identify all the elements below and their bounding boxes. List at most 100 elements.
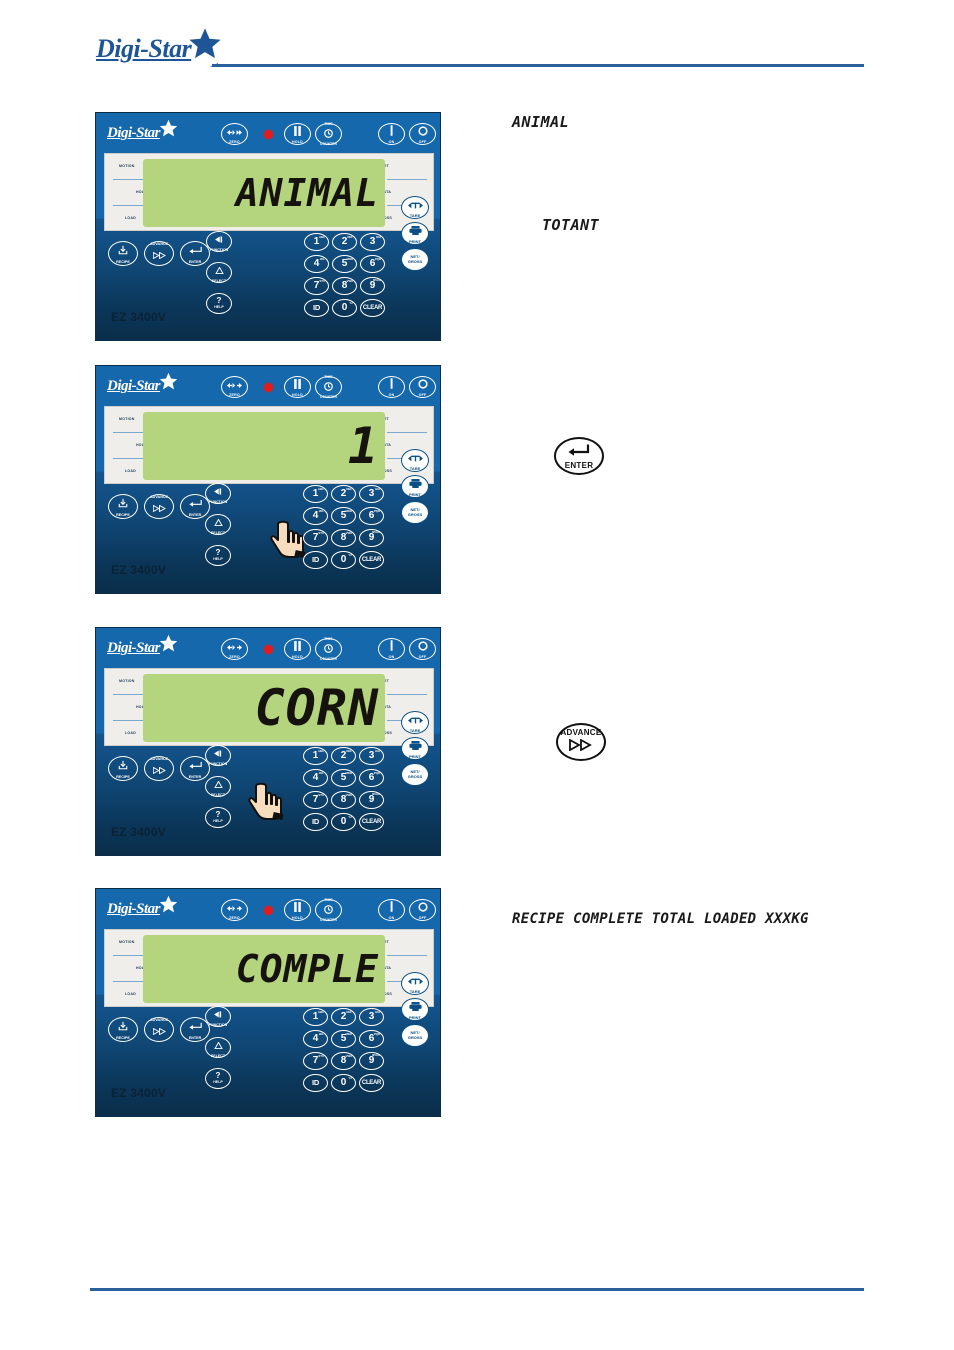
print-button[interactable]: PRINT bbox=[401, 998, 429, 1021]
panel-brand-logo: Digi-Star bbox=[107, 634, 178, 658]
tare-button-label: TARE bbox=[409, 989, 421, 995]
net-gross-button[interactable]: NET/ GROSS bbox=[401, 248, 429, 271]
right-button-column: FUNCTION SELECT ? HELP bbox=[206, 231, 238, 319]
print-button[interactable]: PRINT bbox=[401, 222, 429, 245]
key-8[interactable]: 8 VWX bbox=[332, 277, 357, 295]
advance-button[interactable]: ADVANCE bbox=[144, 1017, 174, 1042]
power-on-button[interactable]: ON bbox=[378, 376, 405, 398]
recipe-button[interactable]: RECIPE bbox=[108, 241, 138, 266]
power-on-button[interactable]: ON bbox=[378, 638, 405, 660]
hold-button[interactable]: HOLD bbox=[284, 123, 311, 145]
enter-button[interactable]: ENTER bbox=[180, 1017, 210, 1042]
power-on-button-label: ON bbox=[388, 654, 395, 659]
print-button-label: PRINT bbox=[409, 239, 421, 245]
key-7[interactable]: 7 STU bbox=[304, 277, 329, 295]
select-button[interactable]: SELECT bbox=[206, 262, 232, 283]
lcd-screen: COMPLE bbox=[143, 935, 385, 1003]
panel-brand-name: Digi-Star bbox=[107, 377, 161, 394]
star-icon bbox=[188, 27, 222, 66]
help-button[interactable]: ? HELP bbox=[206, 293, 232, 314]
key-4[interactable]: 4 JKL bbox=[304, 255, 329, 273]
zero-button[interactable]: ZERO bbox=[221, 638, 248, 660]
print-button[interactable]: PRINT bbox=[401, 737, 429, 760]
enter-button[interactable]: ENTER bbox=[180, 494, 210, 519]
top-button-row: ZERO HOLD TIME COUNTER ON OFF bbox=[221, 895, 436, 925]
timer-counter-icon bbox=[324, 379, 333, 395]
key-id-label: ID bbox=[313, 303, 320, 313]
recipe-button[interactable]: RECIPE bbox=[108, 494, 138, 519]
power-off-button[interactable]: OFF bbox=[409, 899, 436, 921]
key-2[interactable]: 2 DEF bbox=[332, 233, 357, 251]
zero-button[interactable]: ZERO bbox=[221, 376, 248, 398]
key-2-alpha: DEF bbox=[347, 235, 353, 239]
advance-button[interactable]: ADVANCE bbox=[144, 756, 174, 781]
net-gross-button[interactable]: NET/ GROSS bbox=[401, 501, 429, 524]
hold-button[interactable]: HOLD bbox=[284, 899, 311, 921]
advance-button[interactable]: ADVANCE bbox=[144, 494, 174, 519]
lcd-value: ANIMAL bbox=[235, 171, 379, 215]
recipe-button[interactable]: RECIPE bbox=[108, 1017, 138, 1042]
footer-divider bbox=[90, 1288, 864, 1291]
key-id[interactable]: ID bbox=[304, 299, 329, 317]
key-1[interactable]: 1 ABC bbox=[304, 233, 329, 251]
tare-button[interactable]: TARE bbox=[401, 711, 429, 734]
hold-button[interactable]: HOLD bbox=[284, 376, 311, 398]
tare-button[interactable]: TARE bbox=[401, 449, 429, 472]
recipe-button[interactable]: RECIPE bbox=[108, 756, 138, 781]
power-on-button[interactable]: ON bbox=[378, 123, 405, 145]
power-off-button[interactable]: OFF bbox=[409, 123, 436, 145]
annotation-recipe-complete: RECIPE COMPLETE TOTAL LOADED XXXKG bbox=[512, 911, 809, 927]
print-button[interactable]: PRINT bbox=[401, 475, 429, 498]
tare-button[interactable]: TARE bbox=[401, 196, 429, 219]
key-9-alpha: SPACE bbox=[372, 279, 381, 282]
power-on-icon bbox=[388, 900, 395, 916]
hand-pointer-cursor bbox=[246, 780, 292, 826]
brand-logo: Digi-Star bbox=[96, 27, 231, 66]
top-button-row: ZERO HOLD TIME COUNTER ON OFF bbox=[221, 119, 436, 149]
time-counter-button[interactable]: TIME COUNTER bbox=[315, 122, 342, 146]
power-off-button-label: OFF bbox=[418, 392, 427, 397]
tare-icon bbox=[407, 449, 423, 467]
tare-button-label: TARE bbox=[409, 466, 421, 472]
enter-button[interactable]: ENTER bbox=[180, 756, 210, 781]
tare-button[interactable]: TARE bbox=[401, 972, 429, 995]
function-button[interactable]: FUNCTION bbox=[206, 231, 232, 252]
power-off-button[interactable]: OFF bbox=[409, 376, 436, 398]
power-on-icon bbox=[388, 639, 395, 655]
key-7-alpha: STU bbox=[319, 279, 325, 283]
advance-button[interactable]: ADVANCE bbox=[144, 241, 174, 266]
time-counter-button[interactable]: TIME COUNTER bbox=[315, 637, 342, 661]
key-clear[interactable]: CLEAR bbox=[360, 299, 385, 317]
power-off-button[interactable]: OFF bbox=[409, 638, 436, 660]
key-5[interactable]: 5 MNO bbox=[332, 255, 357, 273]
zero-button[interactable]: ZERO bbox=[221, 123, 248, 145]
power-on-button-label: ON bbox=[388, 139, 395, 144]
zero-arrows-icon bbox=[227, 639, 242, 655]
key-3-alpha: GHI bbox=[376, 235, 381, 239]
hold-button[interactable]: HOLD bbox=[284, 638, 311, 660]
key-0[interactable]: 0 YZ bbox=[332, 299, 357, 317]
power-off-icon bbox=[417, 124, 428, 140]
key-3[interactable]: 3 GHI bbox=[360, 233, 385, 251]
net-gross-button[interactable]: NET/ GROSS bbox=[401, 763, 429, 786]
status-led bbox=[264, 130, 273, 139]
function-button-row: RECIPE ADVANCE ENTER bbox=[108, 494, 218, 526]
key-9[interactable]: 9 SPACE bbox=[360, 277, 385, 295]
key-8-alpha: VWX bbox=[346, 279, 353, 283]
enter-button-label: ENTER bbox=[188, 513, 202, 518]
panel-brand-name: Digi-Star bbox=[107, 124, 161, 141]
hold-button-label: HOLD bbox=[292, 392, 303, 397]
enter-button-label: ENTER bbox=[188, 1036, 202, 1041]
panel-brand-name: Digi-Star bbox=[107, 639, 161, 656]
lcd-screen: 1 bbox=[143, 412, 385, 480]
panel-brand-logo: Digi-Star bbox=[107, 895, 178, 919]
key-6[interactable]: 6 PQR bbox=[360, 255, 385, 273]
power-on-button[interactable]: ON bbox=[378, 899, 405, 921]
zero-button[interactable]: ZERO bbox=[221, 899, 248, 921]
top-button-row: ZERO HOLD TIME COUNTER ON OFF bbox=[221, 372, 436, 402]
timer-counter-icon bbox=[324, 641, 333, 657]
time-counter-button[interactable]: TIME COUNTER bbox=[315, 898, 342, 922]
annunciator-motion: MOTION bbox=[119, 164, 135, 168]
time-counter-button[interactable]: TIME COUNTER bbox=[315, 375, 342, 399]
net-gross-button[interactable]: NET/ GROSS bbox=[401, 1024, 429, 1047]
